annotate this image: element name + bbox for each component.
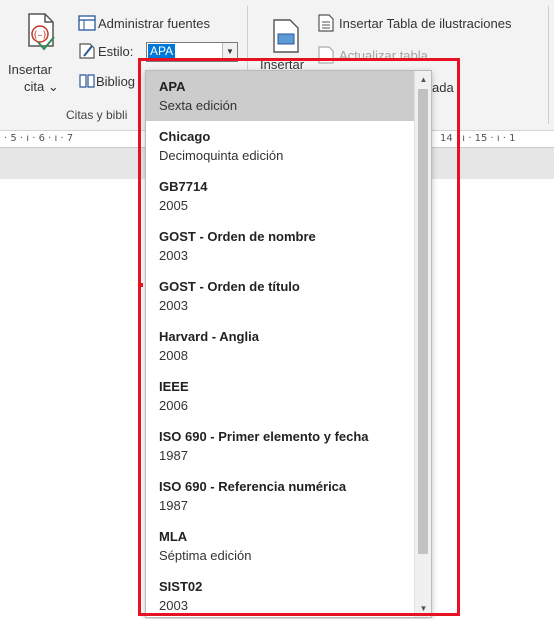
style-icon xyxy=(79,43,95,59)
insert-citation-label-text: cita xyxy=(24,79,45,94)
bibliography-icon xyxy=(79,74,95,88)
ruler-marks-left: · 5 · ı · 6 · ı · 7 xyxy=(4,133,74,144)
ribbon-right-separator xyxy=(548,6,549,124)
manage-sources-icon xyxy=(78,15,96,31)
chevron-down-icon: ⌄ xyxy=(47,79,59,94)
insert-table-of-figures-label: Insertar Tabla de ilustraciones xyxy=(339,16,512,31)
manage-sources-label: Administrar fuentes xyxy=(98,16,210,31)
bibliography-button[interactable]: Bibliog xyxy=(76,72,146,92)
insert-caption-icon xyxy=(273,19,299,53)
table-of-figures-icon xyxy=(318,14,334,32)
insert-citation-icon: (–) xyxy=(28,13,55,51)
bibliography-label: Bibliog xyxy=(96,74,136,89)
insert-citation-label-2: cita ⌄ xyxy=(24,79,59,95)
insert-table-of-figures-button[interactable]: Insertar Tabla de ilustraciones xyxy=(318,14,543,34)
manage-sources-button[interactable]: Administrar fuentes xyxy=(76,14,236,34)
style-combobox-value: APA xyxy=(148,44,176,59)
svg-text:(–): (–) xyxy=(34,30,47,41)
highlight-annotation-box xyxy=(138,58,460,616)
style-label: Estilo: xyxy=(98,44,134,59)
insert-citation-label-1: Insertar xyxy=(8,62,53,77)
group-label-citations: Citas y bibli xyxy=(66,108,128,122)
insert-citation-button[interactable]: (–) Insertar cita ⌄ xyxy=(8,12,68,102)
annotation-dot xyxy=(139,283,143,287)
